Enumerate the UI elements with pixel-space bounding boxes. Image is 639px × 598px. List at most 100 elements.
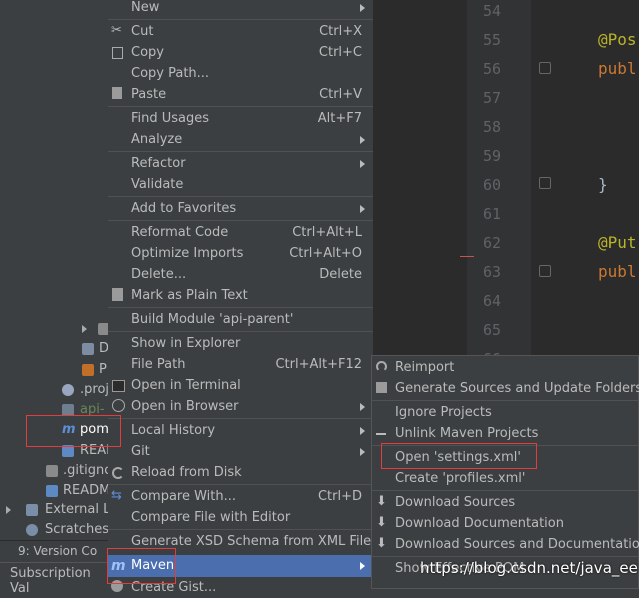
line-number: 61 — [482, 205, 501, 223]
line-number: 55 — [482, 31, 501, 49]
menu-item-label: Reload from Disk — [131, 465, 242, 480]
submenu-item-ignore-projects[interactable]: Ignore Projects — [372, 402, 639, 423]
menu-item-reformat-code[interactable]: Reformat Code Ctrl+Alt+L — [108, 222, 373, 243]
menu-separator — [108, 151, 373, 152]
file-icon — [82, 364, 94, 376]
menu-item-label: Local History — [131, 423, 216, 438]
submenu-arrow-icon — [360, 4, 365, 12]
reload-icon — [112, 467, 124, 479]
submenu-item-reimport[interactable]: Reimport — [372, 357, 639, 378]
watermark-text: https://blog.csdn.net/java_ee1 — [420, 559, 639, 577]
submenu-item-download-documentation[interactable]: ⬇ Download Documentation — [372, 513, 639, 534]
fold-marker-icon[interactable] — [539, 62, 551, 74]
file-icon — [46, 465, 58, 477]
tree-row-label: P — [99, 362, 107, 377]
menu-separator — [108, 307, 373, 308]
menu-item-paste[interactable]: Paste Ctrl+V — [108, 84, 373, 105]
menu-item-copy[interactable]: Copy Ctrl+C — [108, 42, 373, 63]
menu-item-reload-from-disk[interactable]: Reload from Disk — [108, 462, 373, 483]
menu-separator — [108, 19, 373, 20]
expand-arrow-icon[interactable] — [6, 506, 11, 514]
reimport-icon — [376, 361, 387, 372]
line-number: 60 — [482, 176, 501, 194]
code-line: @Pos — [598, 30, 637, 49]
menu-item-analyze[interactable]: Analyze — [108, 129, 373, 150]
line-number: 54 — [482, 2, 501, 20]
menu-item-refactor[interactable]: Refactor — [108, 153, 373, 174]
change-marker — [460, 256, 474, 257]
submenu-item-create-profiles-xml[interactable]: Create 'profiles.xml' — [372, 468, 639, 489]
menu-item-local-history[interactable]: Local History — [108, 420, 373, 441]
menu-separator — [108, 331, 373, 332]
menu-item-new[interactable]: New — [108, 0, 373, 18]
menu-item-open-in-browser[interactable]: Open in Browser — [108, 396, 373, 417]
line-number: 62 — [482, 234, 501, 252]
menu-item-compare-file-with-editor[interactable]: Compare File with Editor — [108, 507, 373, 528]
status-text: Subscription Val — [10, 566, 91, 596]
menu-item-label: Validate — [131, 177, 184, 192]
submenu-item-unlink-maven-projects[interactable]: Unlink Maven Projects — [372, 423, 639, 444]
menu-item-label: Optimize Imports — [131, 246, 244, 261]
library-icon — [26, 504, 38, 516]
markdown-icon — [46, 485, 58, 497]
menu-separator — [108, 106, 373, 107]
code-line: publ — [598, 59, 637, 78]
menu-item-shortcut: Ctrl+X — [319, 24, 362, 39]
download-icon: ⬇ — [376, 515, 387, 530]
globe-icon — [112, 399, 125, 412]
menu-item-copy-path[interactable]: Copy Path... — [108, 63, 373, 84]
fold-marker-icon[interactable] — [539, 177, 551, 189]
menu-item-add-to-favorites[interactable]: Add to Favorites — [108, 198, 373, 219]
submenu-item-label: Download Sources — [395, 495, 516, 510]
menu-separator — [108, 220, 373, 221]
submenu-item-download-sources-and-documentation[interactable]: ⬇ Download Sources and Documentation — [372, 534, 639, 555]
highlight-box-settings-xml — [381, 443, 537, 469]
menu-item-shortcut: Ctrl+Alt+F12 — [275, 357, 362, 372]
menu-item-shortcut: Ctrl+D — [317, 489, 362, 504]
highlight-box-maven — [107, 548, 176, 584]
menu-item-open-in-terminal[interactable]: Open in Terminal — [108, 375, 373, 396]
submenu-arrow-icon — [360, 448, 365, 456]
project-tree-panel: D P .proj api- m pom REAI .gitigno READM… — [0, 0, 121, 589]
menu-item-show-in-explorer[interactable]: Show in Explorer — [108, 333, 373, 354]
minus-icon — [376, 433, 386, 435]
menu-item-label: Copy Path... — [131, 66, 210, 81]
fold-marker-icon[interactable] — [539, 265, 551, 277]
menu-item-build-module[interactable]: Build Module 'api-parent' — [108, 309, 373, 330]
highlight-box-pom — [26, 415, 121, 447]
version-control-tab[interactable]: 9: Version Co — [0, 540, 108, 563]
menu-item-label: Reformat Code — [131, 225, 229, 240]
menu-item-git[interactable]: Git — [108, 441, 373, 462]
line-number: 56 — [482, 60, 501, 78]
scissors-icon: ✂ — [111, 23, 122, 38]
menu-item-label: New — [131, 0, 160, 15]
menu-item-label: Build Module 'api-parent' — [131, 312, 294, 327]
menu-item-validate[interactable]: Validate — [108, 174, 373, 195]
tree-row-label: .gitigno — [63, 463, 113, 478]
menu-item-optimize-imports[interactable]: Optimize Imports Ctrl+Alt+O — [108, 243, 373, 264]
scratches-icon — [26, 524, 38, 536]
submenu-item-label: Create 'profiles.xml' — [395, 471, 526, 486]
plain-text-icon — [112, 288, 123, 301]
menu-item-file-path[interactable]: File Path Ctrl+Alt+F12 — [108, 354, 373, 375]
line-number: 57 — [482, 89, 501, 107]
submenu-item-label: Download Documentation — [395, 516, 564, 531]
submenu-item-generate-sources[interactable]: Generate Sources and Update Folders — [372, 378, 639, 399]
menu-separator — [108, 529, 373, 530]
menu-item-find-usages[interactable]: Find Usages Alt+F7 — [108, 108, 373, 129]
submenu-item-label: Reimport — [395, 360, 455, 375]
menu-item-cut[interactable]: ✂ Cut Ctrl+X — [108, 21, 373, 42]
menu-separator — [372, 490, 639, 491]
menu-item-label: Compare With... — [131, 489, 237, 504]
menu-item-label: Add to Favorites — [131, 201, 237, 216]
submenu-item-download-sources[interactable]: ⬇ Download Sources — [372, 492, 639, 513]
submenu-arrow-icon — [360, 562, 365, 570]
menu-item-label: Copy — [131, 45, 164, 60]
menu-item-mark-as-plain-text[interactable]: Mark as Plain Text — [108, 285, 373, 306]
expand-arrow-icon[interactable] — [82, 325, 87, 333]
submenu-arrow-icon — [360, 205, 365, 213]
menu-item-label: Show in Explorer — [131, 336, 241, 351]
menu-item-delete[interactable]: Delete... Delete — [108, 264, 373, 285]
code-line: } — [598, 175, 608, 194]
menu-item-compare-with[interactable]: ⇆ Compare With... Ctrl+D — [108, 486, 373, 507]
